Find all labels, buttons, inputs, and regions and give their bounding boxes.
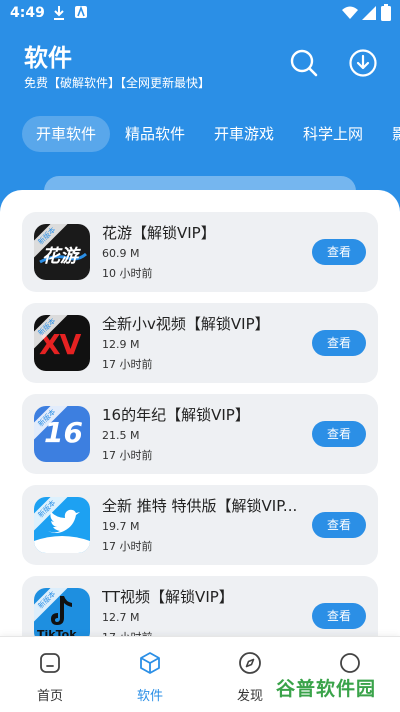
view-button[interactable]: 查看 [312,512,366,538]
watermark-text: 谷普软件园 [276,678,377,700]
app-name: 花游【解锁VIP】 [102,224,216,242]
page-subtitle: 免费【破解软件】【全网更新最快】 [24,76,211,90]
search-icon[interactable] [289,48,319,78]
tab-kaiche-software[interactable]: 开車软件 [22,116,111,152]
view-button[interactable]: 查看 [312,330,366,356]
download-icon [54,6,64,20]
nav-home[interactable]: 首页 [0,637,100,712]
app-icon-twitter: 新版本 [34,497,90,553]
nav-label: 首页 [36,689,63,704]
app-icon-sixteen: 16 新版本 [34,406,90,462]
status-bar: 4:49 [0,0,400,28]
cube-icon [140,652,160,674]
nav-software[interactable]: 软件 [100,637,200,712]
compass-icon [239,652,261,674]
home-icon [40,653,60,673]
tab-premium-software[interactable]: 精品软件 [111,116,199,152]
category-tabs: 开車软件 精品软件 开車游戏 科学上网 影 [0,112,400,156]
signal-icon [362,6,376,20]
battery-icon [381,4,391,21]
app-time: 17 小时前 [102,449,153,462]
tab-vpn[interactable]: 科学上网 [289,116,377,152]
watermark: 谷普软件园 [272,672,392,704]
view-button[interactable]: 查看 [312,239,366,265]
app-size: 12.9 M [102,338,140,351]
app-time: 17 小时前 [102,358,153,371]
app-name: 全新小v视频【解锁VIP】 [102,315,270,333]
app-size: 12.7 M [102,611,140,624]
app-list-panel: 花游 新版本 花游【解锁VIP】 60.9 M 10 小时前 查看 XV 新版本… [0,190,400,650]
app-name: 全新 推特 特供版【解锁VIP... [102,497,298,515]
a-icon [75,5,87,18]
view-button[interactable]: 查看 [312,603,366,629]
app-card[interactable]: 新版本 全新 推特 特供版【解锁VIP... 19.7 M 17 小时前 查看 [22,485,378,565]
app-size: 19.7 M [102,520,140,533]
wifi-icon [342,6,358,19]
app-card[interactable]: 16 新版本 16的年纪【解锁VIP】 21.5 M 17 小时前 查看 [22,394,378,474]
header: 软件 免费【破解软件】【全网更新最快】 [0,28,400,106]
app-size: 21.5 M [102,429,140,442]
view-button[interactable]: 查看 [312,421,366,447]
download-circle-icon[interactable] [348,48,378,78]
app-time: 17 小时前 [102,540,153,553]
tab-kaiche-games[interactable]: 开車游戏 [200,116,288,152]
app-card[interactable]: XV 新版本 全新小v视频【解锁VIP】 12.9 M 17 小时前 查看 [22,303,378,383]
app-name: TT视频【解锁VIP】 [102,588,234,606]
tab-video[interactable]: 影 [378,116,400,152]
status-time: 4:49 [10,5,45,21]
nav-label: 软件 [136,689,163,704]
app-icon-text: 花游 [42,246,78,267]
app-time: 10 小时前 [102,267,153,280]
app-name: 16的年纪【解锁VIP】 [102,406,250,424]
app-card[interactable]: 花游 新版本 花游【解锁VIP】 60.9 M 10 小时前 查看 [22,212,378,292]
app-icon-xv: XV 新版本 [34,315,90,371]
page-title: 软件 [24,44,72,72]
app-size: 60.9 M [102,247,140,260]
app-icon-huayou: 花游 新版本 [34,224,90,280]
